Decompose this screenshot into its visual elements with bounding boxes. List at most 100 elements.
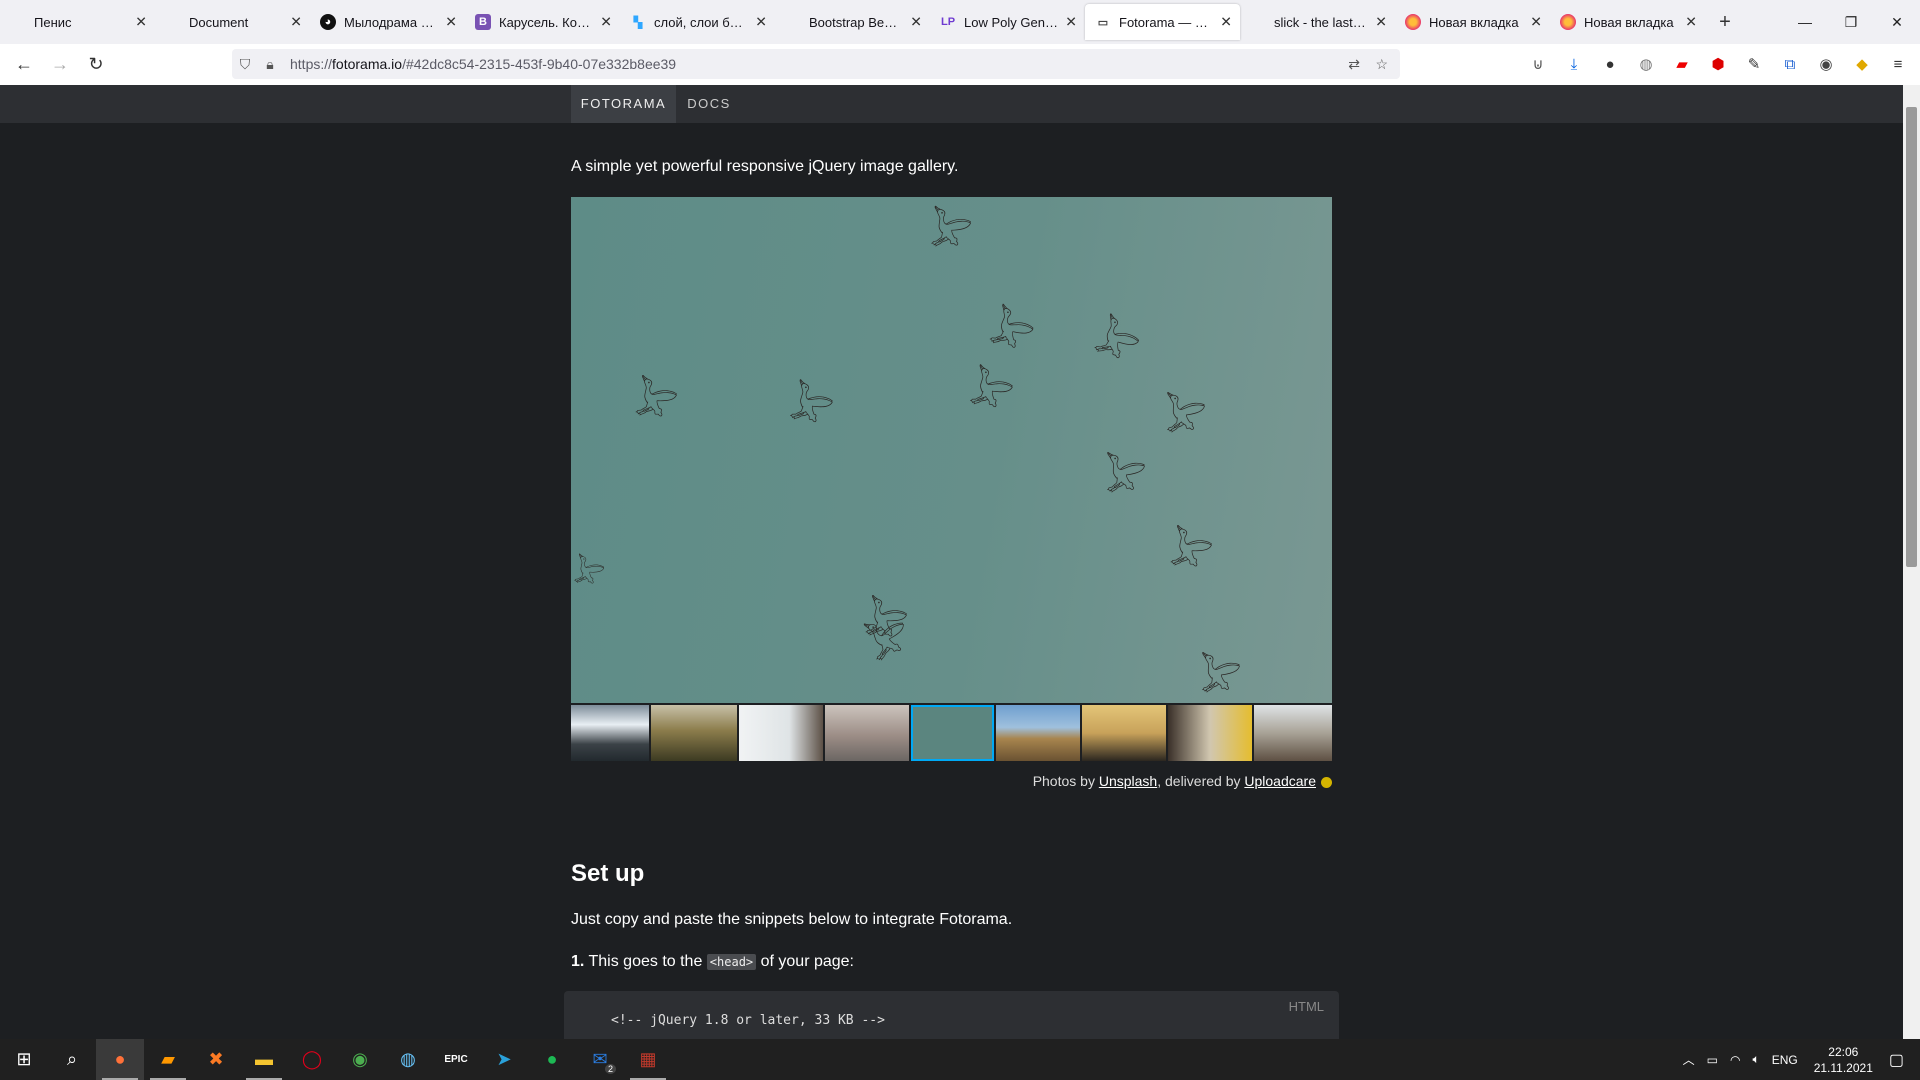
credits-prefix: Photos by [1032, 773, 1099, 789]
photo-credits: Photos by Unsplash, delivered by Uploadc… [0, 773, 1332, 789]
wifi-icon[interactable]: ◠ [1730, 1053, 1740, 1067]
browser-tab-active[interactable]: ▭ Fotorama — Simp ✕ [1085, 4, 1240, 40]
file-explorer-icon[interactable]: ▬ [240, 1039, 288, 1080]
star-icon[interactable]: ☆ [1375, 56, 1388, 73]
python-extension-icon[interactable]: ◆ [1844, 48, 1880, 80]
bootstrap-icon: B [475, 14, 491, 30]
thumbnail-pier[interactable] [738, 705, 823, 761]
telegram-icon[interactable]: ➤ [480, 1039, 528, 1080]
xampp-icon[interactable]: ✖ [192, 1039, 240, 1080]
bird-icon: 𓅯 [1160, 527, 1215, 582]
browser-tab[interactable]: Новая вкладка ✕ [1550, 0, 1705, 44]
browser-tab[interactable]: Новая вкладка ✕ [1395, 0, 1550, 44]
browser-tab[interactable]: slick - the last carousel ✕ [1240, 0, 1395, 44]
adblock-icon[interactable]: ⬢ [1700, 48, 1736, 80]
browser-tab[interactable]: ▚ слой, слои беспл ✕ [620, 0, 775, 44]
close-icon[interactable]: ✕ [600, 14, 612, 31]
thumbnail-hills[interactable] [650, 705, 737, 761]
thumbnail-sunset[interactable] [1082, 705, 1167, 761]
shield-icon[interactable]: ⛉ [232, 56, 258, 73]
nav-docs[interactable]: DOCS [676, 85, 742, 123]
close-icon[interactable]: ✕ [135, 14, 147, 31]
url-text[interactable]: https://fotorama.io/#42dc8c54-2315-453f-… [290, 56, 676, 72]
close-icon[interactable]: ✕ [755, 14, 767, 31]
translator-extension-icon[interactable]: ⧉ [1772, 48, 1808, 80]
browser-tab[interactable]: Document ✕ [155, 0, 310, 44]
browser-tab[interactable]: Пенис ✕ [0, 0, 155, 44]
url-bar[interactable]: ⛉ 🔒︎ https://fotorama.io/#42dc8c54-2315-… [232, 49, 1400, 79]
close-icon[interactable]: ✕ [1375, 14, 1387, 31]
gallery-stage-image[interactable]: 𓅯 𓅯 𓅯 𓅯 𓅯 𓅯 𓅯 𓅯 𓅯 𓅯 𓅯 𓅯 𓅯 [571, 197, 1332, 703]
back-button[interactable]: ← [6, 49, 42, 81]
search-icon[interactable]: ⌕ [48, 1039, 96, 1080]
menu-icon[interactable]: ≡ [1880, 48, 1916, 80]
notifications-icon[interactable]: ▢ [1889, 1050, 1904, 1070]
squares-icon: ▚ [633, 16, 643, 29]
browser-tab[interactable]: Bootstrap Вертикальн ✕ [775, 0, 930, 44]
vpn-extension-icon[interactable]: ◉ [1808, 48, 1844, 80]
close-icon[interactable]: ✕ [445, 14, 457, 31]
forward-button[interactable]: → [42, 49, 78, 81]
monitor-icon: ▭ [1097, 16, 1109, 29]
thumbnail-mountain[interactable] [571, 705, 649, 761]
clock[interactable]: 22:06 21.11.2021 [1814, 1044, 1873, 1076]
nav-fotorama[interactable]: FOTORAMA [571, 85, 676, 123]
reload-button[interactable]: ↻ [78, 49, 114, 81]
globe-icon[interactable]: ◍ [1628, 48, 1664, 80]
credits-middle: , delivered by [1157, 773, 1245, 789]
firefox-taskbar-icon[interactable]: ● [96, 1039, 144, 1080]
browser-tab[interactable]: B Карусель. Компо ✕ [465, 0, 620, 44]
scrollbar[interactable] [1903, 85, 1920, 1039]
lock-icon[interactable]: 🔒︎ [258, 56, 282, 73]
tool-extension-icon[interactable]: ✎ [1736, 48, 1772, 80]
thumbnail-birds-selected[interactable] [910, 705, 995, 761]
tab-title: slick - the last carousel [1274, 14, 1369, 30]
download-icon[interactable]: ⤓ [1556, 48, 1592, 80]
sublime-text-icon[interactable]: ▰ [144, 1039, 192, 1080]
new-tab-button[interactable]: + [1705, 0, 1745, 44]
spotify-icon[interactable]: ● [528, 1039, 576, 1080]
minimize-button[interactable]: — [1782, 0, 1828, 44]
thumbnail-coffee[interactable] [1254, 705, 1333, 761]
thumbnail-kettle[interactable] [1168, 705, 1253, 761]
close-icon[interactable]: ✕ [910, 14, 922, 31]
close-icon[interactable]: ✕ [290, 14, 302, 31]
uploadcare-link[interactable]: Uploadcare [1244, 773, 1316, 789]
step-number: 1. [571, 953, 585, 970]
code-language-label: HTML [1288, 999, 1324, 1014]
grammar-extension-icon[interactable]: ● [1592, 48, 1628, 80]
volume-icon[interactable]: 🔈︎ [1752, 1052, 1759, 1067]
opera-icon[interactable]: ◯ [288, 1039, 336, 1080]
step-text-before: This goes to the [584, 953, 707, 970]
setup-heading: Set up [571, 860, 645, 887]
close-icon[interactable]: ✕ [1220, 14, 1232, 31]
windows-start-icon[interactable]: ⊞ [0, 1039, 48, 1080]
code-block: HTML <!-- jQuery 1.8 or later, 33 KB --> [564, 991, 1339, 1039]
firefox-icon [1405, 14, 1421, 30]
site-nav: FOTORAMA DOCS [0, 85, 1903, 123]
thumbnail-field[interactable] [996, 705, 1081, 761]
bird-icon: 𓅯 [1157, 395, 1208, 444]
close-icon[interactable]: ✕ [1685, 14, 1697, 31]
browser-tab[interactable]: ◕ Мылодрама 1-2 с ✕ [310, 0, 465, 44]
close-window-button[interactable]: ✕ [1874, 0, 1920, 44]
pdf-extension-icon[interactable]: ▰ [1664, 48, 1700, 80]
page-content: FOTORAMA DOCS A simple yet powerful resp… [0, 85, 1903, 1039]
battery-icon[interactable]: ▭ [1707, 1053, 1718, 1067]
scrollbar-thumb[interactable] [1906, 107, 1917, 567]
restore-button[interactable]: ❐ [1828, 0, 1874, 44]
close-icon[interactable]: ✕ [1065, 14, 1077, 31]
winrar-icon[interactable]: ▦ [624, 1039, 672, 1080]
unsplash-link[interactable]: Unsplash [1099, 773, 1157, 789]
mail-icon[interactable]: ✉ 2 [576, 1039, 624, 1080]
chrome-icon[interactable]: ◉ [336, 1039, 384, 1080]
chevron-up-icon[interactable]: ︿ [1683, 1051, 1695, 1068]
steam-icon[interactable]: ◍ [384, 1039, 432, 1080]
translate-icon[interactable]: ⇄ [1348, 56, 1360, 73]
browser-tab[interactable]: LP Low Poly Generato ✕ [930, 0, 1085, 44]
language-indicator[interactable]: ENG [1772, 1053, 1798, 1067]
epic-games-icon[interactable]: EPIC [432, 1039, 480, 1080]
pocket-icon[interactable]: ⊍ [1520, 48, 1556, 80]
close-icon[interactable]: ✕ [1530, 14, 1542, 31]
thumbnail-sea[interactable] [824, 705, 909, 761]
